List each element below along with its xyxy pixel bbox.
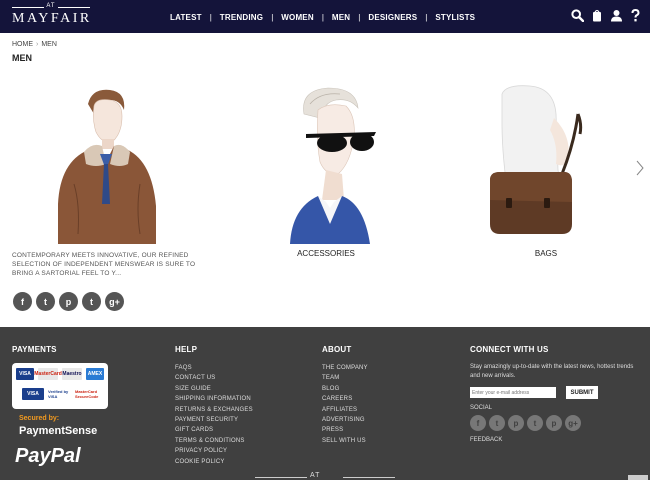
user-icon[interactable] bbox=[610, 9, 623, 22]
nav-designers[interactable]: DESIGNERS bbox=[368, 13, 417, 22]
facebook-icon[interactable]: f bbox=[470, 415, 486, 431]
payment-cards: VISA MasterCard Maestro AMEX VISA Verifi… bbox=[12, 363, 108, 409]
twitter-icon[interactable]: t bbox=[36, 292, 55, 311]
scroll-tab[interactable] bbox=[628, 475, 648, 480]
accessories-label[interactable]: ACCESSORIES bbox=[246, 249, 406, 258]
payments-heading: PAYMENTS bbox=[12, 345, 57, 354]
top-header: AT MAYFAIR LATEST | TRENDING | WOMEN | M… bbox=[0, 0, 650, 33]
nav-women[interactable]: WOMEN bbox=[281, 13, 314, 22]
nav-stylists[interactable]: STYLISTS bbox=[435, 13, 475, 22]
polyvore-icon[interactable]: p bbox=[546, 415, 562, 431]
twitter-icon[interactable]: t bbox=[489, 415, 505, 431]
footer-logo-line-left bbox=[255, 477, 307, 478]
footer-link-terms[interactable]: TERMS & CONDITIONS bbox=[175, 436, 253, 446]
footer-link-company[interactable]: THE COMPANY bbox=[322, 363, 368, 373]
main-nav: LATEST | TRENDING | WOMEN | MEN | DESIGN… bbox=[170, 11, 475, 23]
header-icons bbox=[571, 9, 640, 22]
visa-card-icon: VISA bbox=[16, 368, 34, 380]
help-links: FAQS CONTACT US SIZE GUIDE SHIPPING INFO… bbox=[175, 363, 253, 467]
facebook-icon[interactable]: f bbox=[13, 292, 32, 311]
search-icon[interactable] bbox=[571, 9, 584, 22]
footer-link-returns[interactable]: RETURNS & EXCHANGES bbox=[175, 405, 253, 415]
share-social-row: f t p t g+ bbox=[13, 292, 124, 311]
bags-illustration[interactable] bbox=[482, 84, 592, 244]
accessories-illustration[interactable] bbox=[280, 84, 380, 244]
site-logo[interactable]: AT MAYFAIR bbox=[12, 3, 90, 30]
footer-link-privacy[interactable]: PRIVACY POLICY bbox=[175, 446, 253, 456]
secured-by-label: Secured by: bbox=[19, 415, 60, 422]
visa-electron-icon: VISA bbox=[22, 388, 44, 400]
help-icon[interactable] bbox=[631, 9, 640, 22]
paymentsense-logo: PaymentSense bbox=[19, 425, 98, 437]
footer-social-icons: f t p t p g+ bbox=[470, 415, 581, 431]
footer-logo-lines bbox=[255, 477, 395, 478]
mastercard-securecode-icon: MasterCard SecureCode bbox=[75, 388, 103, 400]
verified-by-visa-icon: Verified by VISA bbox=[48, 388, 72, 400]
footer-link-shipping[interactable]: SHIPPING INFORMATION bbox=[175, 394, 253, 404]
logo-line-right bbox=[58, 7, 90, 8]
logo-wordmark: MAYFAIR bbox=[12, 11, 92, 26]
footer-link-careers[interactable]: CAREERS bbox=[322, 394, 368, 404]
connect-heading: CONNECT WITH US bbox=[470, 345, 549, 354]
about-heading: ABOUT bbox=[322, 345, 352, 354]
nav-separator: | bbox=[321, 12, 324, 22]
bags-label[interactable]: BAGS bbox=[466, 249, 626, 258]
help-heading: HELP bbox=[175, 345, 198, 354]
tumblr-icon[interactable]: t bbox=[527, 415, 543, 431]
nav-separator: | bbox=[358, 12, 361, 22]
page-title: MEN bbox=[12, 53, 32, 63]
nav-separator: | bbox=[271, 12, 274, 22]
about-links: THE COMPANY TEAM BLOG CAREERS AFFILIATES… bbox=[322, 363, 368, 446]
social-label: SOCIAL bbox=[470, 405, 493, 411]
footer-logo-at: AT bbox=[310, 472, 321, 479]
breadcrumb-current: MEN bbox=[41, 41, 57, 48]
footer-link-faqs[interactable]: FAQS bbox=[175, 363, 253, 373]
newsletter-email-input[interactable] bbox=[470, 387, 556, 398]
newsletter-text: Stay amazingly up-to-date with the lates… bbox=[470, 364, 634, 379]
footer-link-cookie[interactable]: COOKIE POLICY bbox=[175, 457, 253, 467]
maestro-icon: Maestro bbox=[62, 368, 82, 380]
category-intro-text: CONTEMPORARY MEETS INNOVATIVE, OUR REFIN… bbox=[12, 252, 196, 277]
logo-at: AT bbox=[46, 3, 56, 9]
nav-trending[interactable]: TRENDING bbox=[220, 13, 263, 22]
footer-link-advertising[interactable]: ADVERTISING bbox=[322, 415, 368, 425]
nav-separator: | bbox=[209, 12, 212, 22]
footer-link-payment-security[interactable]: PAYMENT SECURITY bbox=[175, 415, 253, 425]
nav-men[interactable]: MEN bbox=[332, 13, 350, 22]
footer-logo-line-right bbox=[343, 477, 395, 478]
feedback-link[interactable]: FEEDBACK bbox=[470, 437, 502, 443]
carousel-next-arrow[interactable] bbox=[636, 160, 644, 181]
site-footer: PAYMENTS VISA MasterCard Maestro AMEX VI… bbox=[0, 327, 650, 480]
footer-link-blog[interactable]: BLOG bbox=[322, 384, 368, 394]
footer-link-sell[interactable]: SELL WITH US bbox=[322, 436, 368, 446]
breadcrumb-separator: › bbox=[36, 41, 39, 48]
footer-link-press[interactable]: PRESS bbox=[322, 425, 368, 435]
breadcrumb: HOME › MEN bbox=[12, 41, 57, 48]
mastercard-icon: MasterCard bbox=[34, 368, 62, 380]
breadcrumb-home[interactable]: HOME bbox=[12, 41, 33, 48]
nav-separator: | bbox=[425, 12, 428, 22]
footer-link-team[interactable]: TEAM bbox=[322, 373, 368, 383]
google-plus-icon[interactable]: g+ bbox=[105, 292, 124, 311]
newsletter-submit-button[interactable]: SUBMIT bbox=[566, 386, 598, 399]
paypal-logo: PayPal bbox=[15, 445, 81, 467]
pinterest-icon[interactable]: p bbox=[508, 415, 524, 431]
footer-link-affiliates[interactable]: AFFILIATES bbox=[322, 405, 368, 415]
amex-icon: AMEX bbox=[86, 368, 104, 380]
pinterest-icon[interactable]: p bbox=[59, 292, 78, 311]
footer-link-contact-us[interactable]: CONTACT US bbox=[175, 373, 253, 383]
google-plus-icon[interactable]: g+ bbox=[565, 415, 581, 431]
nav-latest[interactable]: LATEST bbox=[170, 13, 202, 22]
footer-link-gift-cards[interactable]: GIFT CARDS bbox=[175, 425, 253, 435]
tumblr-icon[interactable]: t bbox=[82, 292, 101, 311]
men-jacket-illustration[interactable] bbox=[40, 84, 165, 244]
footer-link-size-guide[interactable]: SIZE GUIDE bbox=[175, 384, 253, 394]
bag-icon[interactable] bbox=[592, 9, 602, 22]
